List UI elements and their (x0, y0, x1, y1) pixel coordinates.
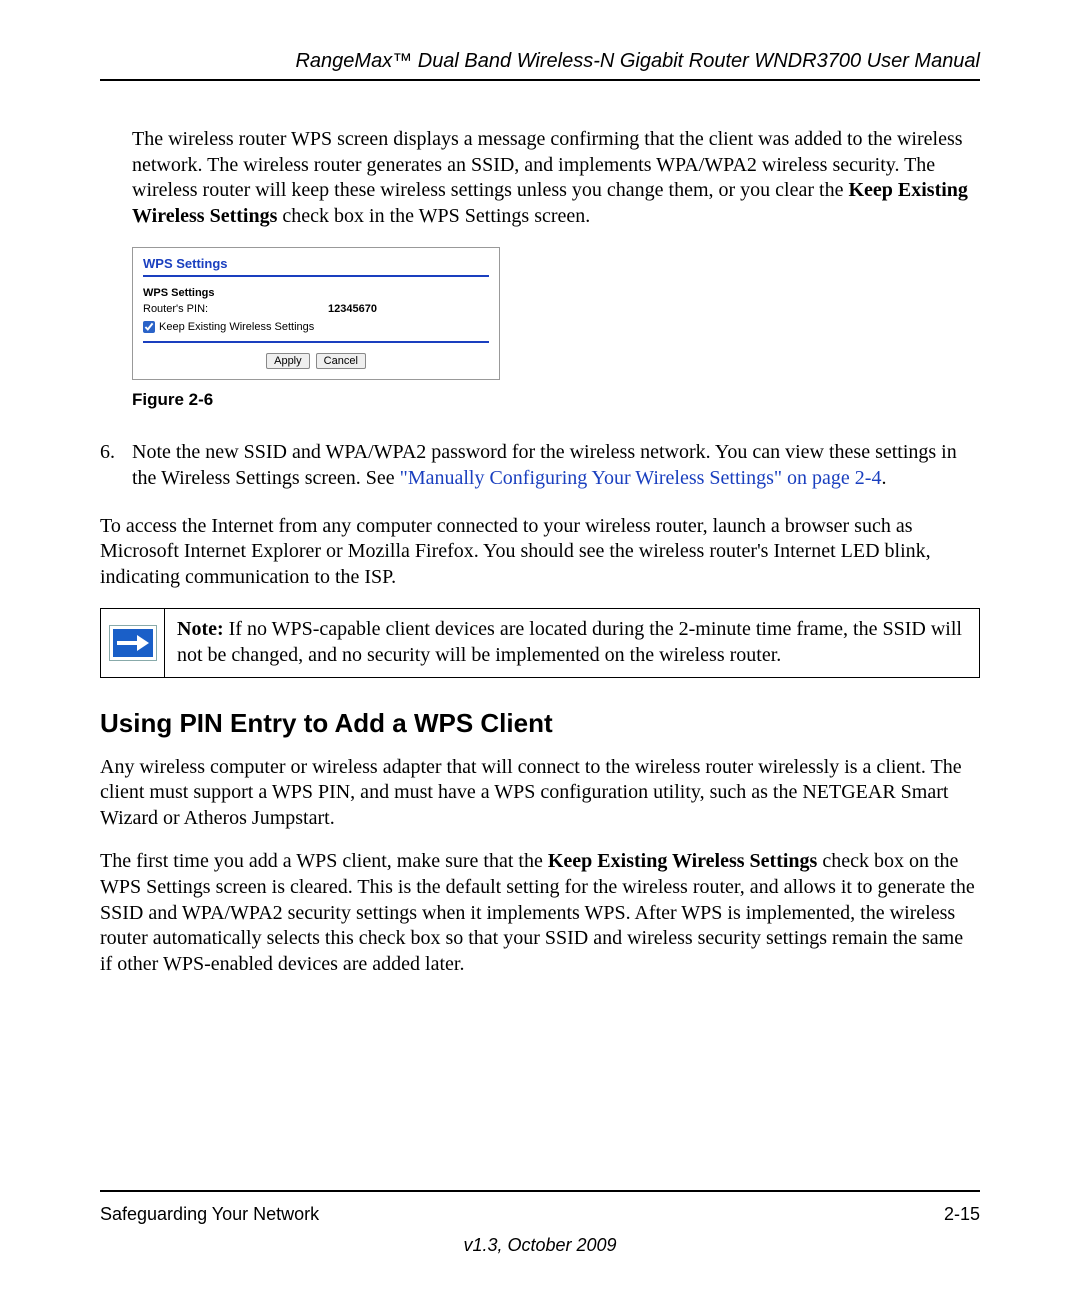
figure-pin-row: Router's PIN: 12345670 (143, 303, 489, 315)
keep-existing-checkbox[interactable] (143, 321, 155, 333)
figure-pin-value: 12345670 (328, 303, 377, 315)
footer-rule (100, 1190, 980, 1192)
note-icon-cell (101, 609, 165, 676)
step-6-number: 6. (100, 440, 132, 491)
intro-text-c: check box in the WPS Settings screen. (277, 205, 590, 227)
footer-row: Safeguarding Your Network 2-15 (100, 1204, 980, 1225)
cancel-button[interactable]: Cancel (316, 353, 366, 369)
page: RangeMax™ Dual Band Wireless-N Gigabit R… (0, 0, 1080, 1296)
header-rule (100, 79, 980, 81)
footer-page-number: 2-15 (944, 1204, 980, 1225)
figure-checkbox-row: Keep Existing Wireless Settings (143, 321, 489, 333)
step-6: 6. Note the new SSID and WPA/WPA2 passwo… (100, 440, 980, 491)
figure-checkbox-label: Keep Existing Wireless Settings (159, 321, 314, 333)
section-heading: Using PIN Entry to Add a WPS Client (100, 708, 980, 739)
figure-pin-label: Router's PIN: (143, 303, 328, 315)
footer-version: v1.3, October 2009 (100, 1235, 980, 1256)
footer: Safeguarding Your Network 2-15 v1.3, Oct… (100, 1190, 980, 1256)
apply-button[interactable]: Apply (266, 353, 310, 369)
section-p2-bold: Keep Existing Wireless Settings (548, 850, 817, 872)
section-p1: Any wireless computer or wireless adapte… (100, 755, 980, 832)
figure-rule-1 (143, 275, 489, 277)
note-body: If no WPS-capable client devices are loc… (177, 618, 962, 666)
section-p2: The first time you add a WPS client, mak… (100, 849, 980, 977)
step-6-text-b: . (881, 467, 886, 489)
arrow-icon (110, 626, 156, 660)
note-text: Note: If no WPS-capable client devices a… (165, 609, 979, 676)
wps-settings-figure: WPS Settings WPS Settings Router's PIN: … (132, 247, 500, 380)
figure-rule-2 (143, 341, 489, 343)
intro-text-a: The wireless router WPS screen displays … (132, 128, 963, 201)
figure-panel-title: WPS Settings (143, 256, 489, 271)
note-label: Note: (177, 618, 224, 640)
step-6-body: Note the new SSID and WPA/WPA2 password … (132, 440, 980, 491)
figure-buttons: Apply Cancel (143, 351, 489, 369)
footer-left: Safeguarding Your Network (100, 1204, 319, 1225)
figure-subheading: WPS Settings (143, 287, 489, 299)
access-paragraph: To access the Internet from any computer… (100, 514, 980, 591)
section-p2-a: The first time you add a WPS client, mak… (100, 850, 548, 872)
manual-config-link[interactable]: "Manually Configuring Your Wireless Sett… (400, 467, 882, 489)
note-box: Note: If no WPS-capable client devices a… (100, 608, 980, 677)
intro-paragraph: The wireless router WPS screen displays … (132, 127, 980, 229)
figure-caption: Figure 2-6 (132, 390, 980, 410)
header-title: RangeMax™ Dual Band Wireless-N Gigabit R… (100, 50, 980, 73)
